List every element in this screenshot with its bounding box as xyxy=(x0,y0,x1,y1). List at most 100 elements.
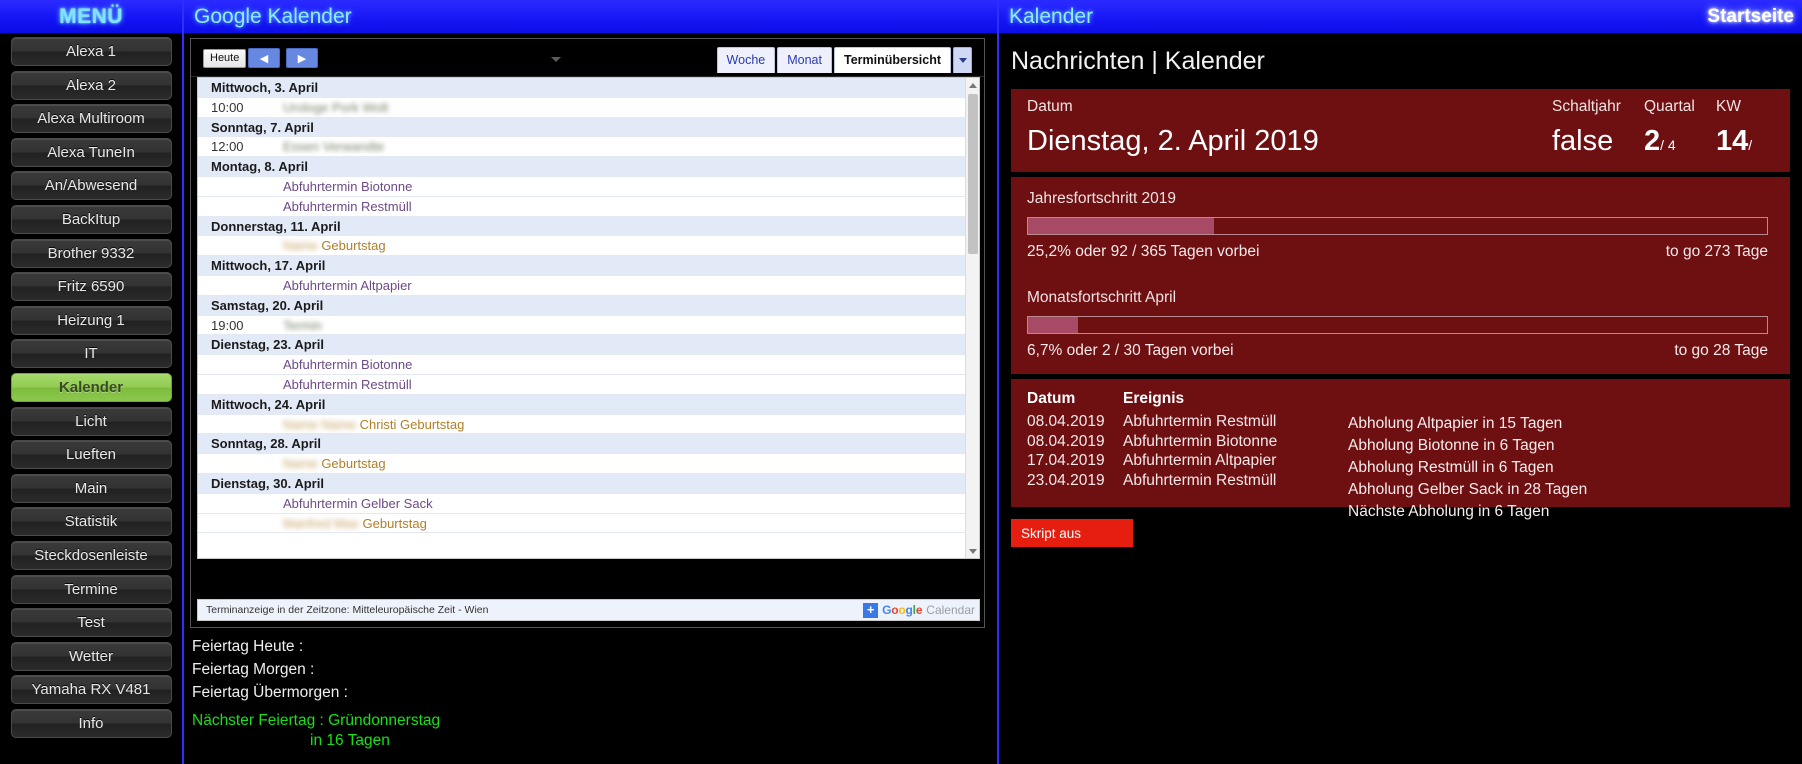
sidebar-item-yamaha-rx-v481[interactable]: Yamaha RX V481 xyxy=(10,675,172,705)
agenda-event-time: 19:00 xyxy=(211,317,244,333)
google-calendar-brand[interactable]: + Google Calendar xyxy=(863,602,975,618)
agenda-event-title: Manfred Max Geburtstag xyxy=(283,516,427,531)
sidebar-item-steckdosenleiste[interactable]: Steckdosenleiste xyxy=(10,540,172,570)
agenda-event-title: Abfuhrtermin Altpapier xyxy=(283,277,412,293)
agenda-event-title-text: Geburtstag xyxy=(321,238,386,254)
value-kw-sub: / xyxy=(1748,137,1753,153)
agenda-day-header: Donnerstag, 11. April xyxy=(198,216,965,237)
chevron-left-icon[interactable]: ◀ xyxy=(248,48,280,68)
events-card: Datum Ereignis 08.04.2019 Abfuhrtermin Re… xyxy=(1011,379,1790,520)
agenda-event-row[interactable]: Abfuhrtermin Restmüll xyxy=(198,374,965,395)
agenda-event-title: Abfuhrtermin Gelber Sack xyxy=(283,495,433,511)
date-card: Datum Schaltjahr Quartal KW Dienstag, 2.… xyxy=(1011,89,1790,172)
sidebar-item-alexa-multiroom[interactable]: Alexa Multiroom xyxy=(10,104,172,134)
agenda-event-row[interactable]: 10:00 Urologe Pork Wolt xyxy=(198,97,965,118)
scroll-down-icon[interactable] xyxy=(966,544,979,558)
sidebar-item-licht[interactable]: Licht xyxy=(10,406,172,436)
year-progress-togo: to go 273 Tage xyxy=(1665,243,1768,260)
agenda-day-header: Sonntag, 7. April xyxy=(198,117,965,138)
right-panel-header: Kalender Startseite xyxy=(999,0,1802,33)
pickup-notices: Abholung Altpapier in 15 Tagen Abholung B… xyxy=(1348,413,1587,523)
tab-terminuebersicht[interactable]: Terminübersicht xyxy=(833,47,951,73)
holiday-today: Feiertag Heute : xyxy=(192,638,304,655)
timezone-note: Terminanzeige in der Zeitzone: Mitteleur… xyxy=(206,604,489,616)
chevron-right-icon[interactable]: ▶ xyxy=(286,48,318,68)
agenda-event-row[interactable]: Abfuhrtermin Restmüll xyxy=(198,196,965,217)
tab-monat[interactable]: Monat xyxy=(777,47,832,73)
plus-icon[interactable]: + xyxy=(863,602,879,618)
agenda-event-row[interactable]: Name Name Christi Geburtstag xyxy=(198,414,965,435)
agenda-event-title: Name Name Christi Geburtstag xyxy=(283,417,464,432)
sidebar: MENÜ Alexa 1 Alexa 2 Alexa Multiroom Alexa … xyxy=(0,0,182,764)
cell-event: Abfuhrtermin Biotonne xyxy=(1123,432,1278,450)
agenda-list: Mittwoch, 3. April 10:00 Urologe Pork Wolt… xyxy=(198,78,965,534)
agenda-event-row[interactable]: 12:00 Essen Verwandte xyxy=(198,137,965,158)
value-kw: 14/ xyxy=(1716,125,1753,157)
agenda-event-row[interactable]: Abfuhrtermin Biotonne xyxy=(198,176,965,197)
agenda-scrollbar[interactable] xyxy=(965,78,979,558)
value-quartal: 2/ 4 xyxy=(1644,125,1676,157)
startseite-link[interactable]: Startseite xyxy=(1707,6,1794,28)
calendar-toolbar: Heute ◀ ▶ Woche Monat Terminübersicht xyxy=(191,39,984,77)
sidebar-item-info[interactable]: Info xyxy=(10,708,172,738)
agenda-event-row[interactable]: Abfuhrtermin Altpapier xyxy=(198,275,965,296)
agenda-event-title-text: Christi Geburtstag xyxy=(359,416,465,432)
agenda-day-header: Dienstag, 30. April xyxy=(198,473,965,494)
agenda-day-header: Mittwoch, 3. April xyxy=(198,78,965,98)
center-panel: Google Kalender Heute ◀ ▶ Woche Monat Te… xyxy=(182,0,997,764)
agenda-event-row[interactable]: Name Geburtstag xyxy=(198,236,965,257)
agenda-event-row[interactable]: Abfuhrtermin Gelber Sack xyxy=(198,493,965,514)
sidebar-item-brother-9332[interactable]: Brother 9332 xyxy=(10,238,172,268)
agenda-event-name-redacted: Name xyxy=(283,238,318,254)
view-dropdown-chevron-down-icon[interactable] xyxy=(953,47,972,73)
scrollbar-thumb[interactable] xyxy=(968,94,978,254)
sidebar-item-fritz-6590[interactable]: Fritz 6590 xyxy=(10,272,172,302)
agenda-event-time: 12:00 xyxy=(211,139,244,155)
sidebar-item-kalender[interactable]: Kalender xyxy=(10,372,172,402)
sidebar-item-alexa-1[interactable]: Alexa 1 xyxy=(10,37,172,66)
skript-aus-button[interactable]: Skript aus xyxy=(1011,519,1133,547)
sidebar-item-test[interactable]: Test xyxy=(10,608,172,638)
agenda-day-header: Dienstag, 23. April xyxy=(198,335,965,356)
today-button[interactable]: Heute xyxy=(203,49,247,68)
holiday-tomorrow: Feiertag Morgen : xyxy=(192,661,315,678)
sidebar-item-termine[interactable]: Termine xyxy=(10,574,172,604)
year-progress-bar xyxy=(1027,217,1768,235)
holiday-next: Nächster Feiertag : Gründonnerstag xyxy=(192,712,441,729)
agenda-event-row[interactable]: Name Geburtstag xyxy=(198,454,965,474)
agenda-day-header: Sonntag, 28. April xyxy=(198,434,965,455)
cell-event: Abfuhrtermin Restmüll xyxy=(1123,413,1277,430)
month-progress-bar xyxy=(1027,316,1768,334)
pickup-notice: Nächste Abholung in 6 Tagen xyxy=(1348,503,1550,520)
sidebar-item-lueften[interactable]: Lueften xyxy=(10,440,172,470)
page-title: Nachrichten | Kalender xyxy=(1011,47,1265,75)
year-progress-caption: 25,2% oder 92 / 365 Tagen vorbei to go 2… xyxy=(1027,243,1768,261)
sidebar-item-heizung-1[interactable]: Heizung 1 xyxy=(10,305,172,335)
google-calendar-widget: Heute ◀ ▶ Woche Monat Terminübersicht Mi… xyxy=(190,38,985,628)
tab-woche[interactable]: Woche xyxy=(716,47,776,73)
sidebar-menu-list: Alexa 1 Alexa 2 Alexa Multiroom Alexa TuneI… xyxy=(0,33,182,738)
agenda-event-name-redacted: Name xyxy=(283,456,318,472)
sidebar-item-main[interactable]: Main xyxy=(10,473,172,503)
agenda-event-row[interactable]: Manfred Max Geburtstag xyxy=(198,513,965,534)
sidebar-item-statistik[interactable]: Statistik xyxy=(10,507,172,537)
sidebar-item-alexa-2[interactable]: Alexa 2 xyxy=(10,70,172,100)
agenda-event-title: Name Geburtstag xyxy=(283,456,386,471)
year-progress-text: 25,2% oder 92 / 365 Tagen vorbei xyxy=(1027,243,1260,260)
app-root: MENÜ Alexa 1 Alexa 2 Alexa Multiroom Alexa … xyxy=(0,0,1802,764)
sidebar-item-it[interactable]: IT xyxy=(10,339,172,369)
chevron-down-icon[interactable] xyxy=(551,57,561,62)
sidebar-item-wetter[interactable]: Wetter xyxy=(10,641,172,671)
progress-card: Jahresfortschritt 2019 25,2% oder 92 / 3… xyxy=(1011,177,1790,374)
sidebar-item-an-abwesend[interactable]: An/Abwesend xyxy=(10,171,172,201)
scroll-up-icon[interactable] xyxy=(966,78,979,92)
agenda-list-container: Mittwoch, 3. April 10:00 Urologe Pork Wolt… xyxy=(197,77,980,559)
cell-event: Abfuhrtermin Restmüll xyxy=(1123,471,1277,489)
agenda-event-title-text: Geburtstag xyxy=(362,515,427,531)
value-datum: Dienstag, 2. April 2019 xyxy=(1027,125,1319,157)
agenda-event-row[interactable]: Abfuhrtermin Biotonne xyxy=(198,355,965,375)
agenda-event-row[interactable]: 19:00 Termin xyxy=(198,315,965,336)
pickup-notice: Abholung Altpapier in 15 Tagen xyxy=(1348,415,1563,432)
sidebar-item-alexa-tunein[interactable]: Alexa TuneIn xyxy=(10,137,172,167)
sidebar-item-backitup[interactable]: BackItup xyxy=(10,204,172,234)
